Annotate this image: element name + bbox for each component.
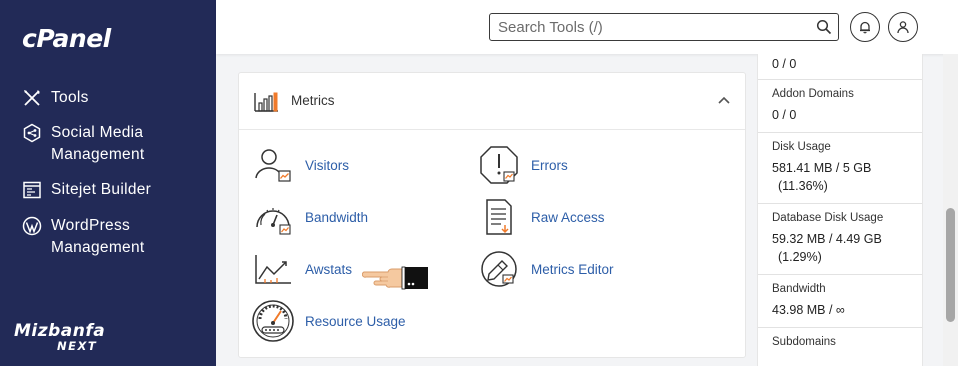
stat-addon-domains: Addon Domains 0 / 0 (758, 80, 922, 133)
cpanel-logo[interactable]: cPanel (22, 24, 111, 53)
sidebar-item-wordpress[interactable]: WordPress Management (22, 215, 181, 259)
stat-database-disk-usage: Database Disk Usage 59.32 MB / 4.49 GB (… (758, 204, 922, 275)
awstats-icon (255, 255, 291, 284)
tool-label: Awstats (305, 261, 353, 277)
stat-value: 43.98 MB / ∞ (772, 303, 845, 317)
sidebar-item-social-media[interactable]: Social Media Management (22, 122, 181, 166)
stat-label: Subdomains (772, 336, 836, 348)
scrollbar-thumb[interactable] (946, 208, 955, 322)
tool-visitors[interactable]: Visitors (253, 145, 349, 185)
search-input[interactable] (498, 17, 808, 37)
tool-label: Raw Access (531, 209, 605, 225)
stat-value: 59.32 MB / 4.49 GB (772, 232, 882, 246)
notifications-button[interactable] (850, 12, 880, 42)
social-media-icon (23, 123, 41, 143)
tool-label: Bandwidth (305, 209, 369, 225)
sitejet-icon (23, 181, 41, 199)
tool-label: Errors (531, 157, 568, 173)
metrics-title: Metrics (291, 93, 335, 108)
bandwidth-icon (256, 208, 291, 235)
search-box (489, 13, 839, 41)
mizbanfa-logo: Mizbanfa NEXT (14, 322, 105, 352)
metrics-editor-icon (481, 251, 517, 287)
bell-icon (860, 21, 870, 34)
stats-panel: 0 / 0 Addon Domains 0 / 0 Disk Usage 581… (757, 54, 923, 366)
stat-label: Addon Domains (772, 88, 854, 100)
tool-label: Metrics Editor (531, 261, 614, 277)
search-icon[interactable] (816, 19, 832, 35)
visitors-icon (255, 149, 291, 182)
sidebar-item-label: Social Media Management (51, 124, 145, 163)
errors-icon (480, 146, 518, 184)
stat-label: Database Disk Usage (772, 212, 884, 224)
sidebar-item-label: WordPress Management (51, 217, 145, 256)
tool-metrics-editor[interactable]: Metrics Editor (479, 249, 614, 289)
metrics-icon (254, 92, 278, 112)
chevron-up-icon[interactable] (717, 93, 731, 107)
tools-icon (24, 90, 40, 106)
top-bar (216, 0, 958, 54)
stat-bandwidth: Bandwidth 43.98 MB / ∞ (758, 275, 922, 328)
metrics-panel: Metrics Visitors Errors Bandwidth Raw Ac… (238, 72, 746, 358)
sidebar-item-tools[interactable]: Tools (22, 87, 181, 109)
sidebar-item-label: Tools (51, 89, 89, 106)
logo-line-1: Mizbanfa (14, 321, 106, 341)
wordpress-icon (22, 216, 42, 236)
tool-label: Visitors (305, 157, 350, 173)
tool-label: Resource Usage (305, 313, 406, 329)
stat-value: 0 / 0 (772, 108, 797, 122)
tool-bandwidth[interactable]: Bandwidth (253, 197, 368, 237)
stat-value: 581.41 MB / 5 GB (772, 161, 872, 175)
sidebar-item-sitejet[interactable]: Sitejet Builder (22, 179, 181, 201)
tool-resource-usage[interactable]: Resource Usage (251, 299, 406, 343)
pointing-hand-icon (362, 266, 428, 290)
stat-value: 0 / 0 (772, 57, 797, 71)
user-menu-button[interactable] (888, 12, 918, 42)
sidebar: cPanel Tools Social Media Management Sit… (0, 0, 216, 366)
stat-percent: (1.29%) (778, 250, 822, 264)
resource-usage-icon (252, 300, 294, 342)
tool-awstats[interactable]: Awstats (253, 249, 352, 289)
raw-access-icon (486, 199, 512, 235)
tool-errors[interactable]: Errors (479, 145, 568, 185)
tool-raw-access[interactable]: Raw Access (479, 197, 605, 237)
sidebar-item-label: Sitejet Builder (51, 181, 152, 198)
stat-subdomains: Subdomains (758, 328, 922, 366)
user-icon (897, 21, 909, 34)
stat-percent: (11.36%) (778, 179, 828, 193)
stat-label: Bandwidth (772, 283, 826, 295)
stat-disk-usage: Disk Usage 581.41 MB / 5 GB (11.36%) (758, 133, 922, 204)
metrics-panel-header[interactable]: Metrics (239, 73, 745, 130)
stat-row-top: 0 / 0 (758, 54, 922, 80)
stat-label: Disk Usage (772, 141, 831, 153)
logo-line-2: NEXT (57, 339, 98, 353)
